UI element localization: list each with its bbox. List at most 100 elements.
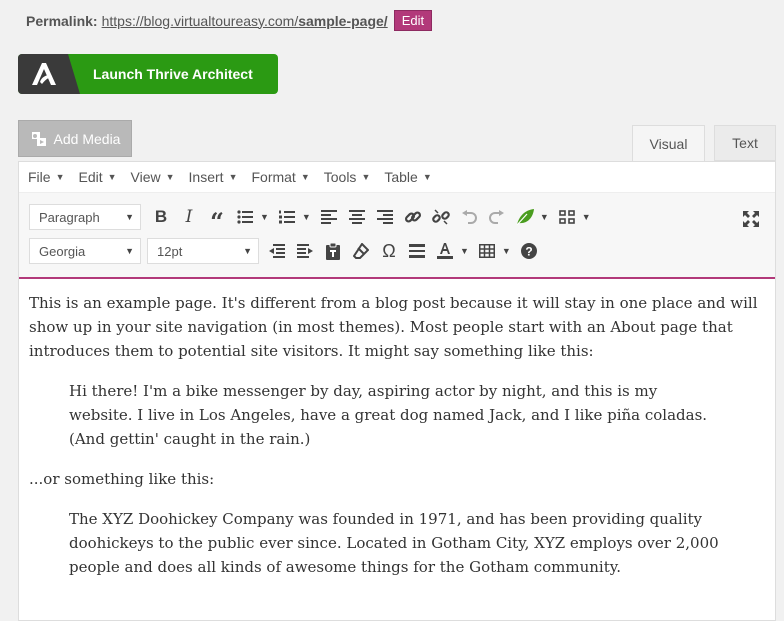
menu-tools[interactable]: Tools ▼ [324, 169, 371, 185]
content-blockquote: Hi there! I'm a bike messenger by day, a… [69, 382, 708, 448]
toolbar-row-1: Paragraph ▼ B I “ ▼ ▼ ▼ ▼ [29, 203, 595, 236]
bold-button[interactable]: B [147, 203, 175, 231]
text-color-icon [431, 237, 459, 265]
content-blockquote: The XYZ Doohickey Company was founded in… [69, 510, 719, 576]
table-icon [473, 237, 501, 265]
menu-file-label: File [28, 169, 51, 185]
remove-link-button[interactable] [427, 203, 455, 231]
redo-icon [488, 210, 504, 224]
indent-icon [297, 244, 313, 258]
permalink-link[interactable]: https://blog.virtualtoureasy.com/sample-… [102, 13, 388, 29]
chevron-down-icon: ▼ [107, 172, 117, 182]
tab-visual[interactable]: Visual [632, 125, 705, 162]
align-right-icon [376, 210, 393, 224]
horizontal-line-icon [409, 244, 425, 258]
outdent-icon [269, 244, 285, 258]
leaf-icon [511, 203, 539, 231]
align-left-button[interactable] [315, 203, 343, 231]
chevron-down-icon: ▼ [165, 172, 175, 182]
launch-thrive-architect-button[interactable]: Launch Thrive Architect [18, 54, 278, 94]
fullscreen-icon [743, 211, 759, 227]
content-paragraph: This is an example page. It's different … [29, 294, 758, 360]
permalink-row: Permalink: https://blog.virtualtoureasy.… [26, 10, 433, 31]
help-button[interactable]: ? [515, 237, 543, 265]
align-right-button[interactable] [371, 203, 399, 231]
insert-link-button[interactable] [399, 203, 427, 231]
fullscreen-button[interactable] [737, 205, 765, 233]
italic-button[interactable]: I [175, 203, 203, 231]
menu-format[interactable]: Format ▼ [251, 169, 309, 185]
omega-icon: Ω [382, 240, 396, 261]
menu-edit-label: Edit [78, 169, 103, 185]
eraser-icon [353, 243, 369, 259]
menu-table[interactable]: Table ▼ [384, 169, 431, 185]
chevron-down-icon: ▼ [228, 172, 238, 182]
chevron-down-icon: ▼ [55, 172, 65, 182]
thrive-architect-logo-icon [18, 54, 80, 94]
permalink-label: Permalink: [26, 12, 98, 29]
bold-icon: B [154, 207, 168, 226]
outdent-button[interactable] [263, 237, 291, 265]
menu-table-label: Table [384, 169, 418, 185]
editor-menubar: File ▼ Edit ▼ View ▼ Insert ▼ Format ▼ Tools ▼… [19, 162, 775, 193]
menu-view[interactable]: View ▼ [131, 169, 175, 185]
paste-as-text-button[interactable] [319, 237, 347, 265]
svg-text:?: ? [525, 245, 532, 259]
font-family-value: Georgia [39, 243, 86, 259]
chevron-down-icon: ▼ [125, 246, 134, 256]
font-size-value: 12pt [157, 243, 183, 259]
editor-content[interactable]: This is an example page. It's different … [19, 279, 775, 579]
chevron-down-icon: ▼ [539, 212, 549, 222]
editor: File ▼ Edit ▼ View ▼ Insert ▼ Format ▼ Tools ▼… [18, 161, 776, 621]
clear-formatting-button[interactable] [347, 237, 375, 265]
chevron-down-icon: ▼ [501, 246, 511, 256]
clipboard-icon [326, 242, 340, 260]
font-size-select[interactable]: 12pt ▼ [147, 238, 259, 264]
add-media-label: Add Media [53, 130, 121, 147]
grid-icon [553, 203, 581, 231]
help-icon: ? [520, 243, 537, 259]
font-family-select[interactable]: Georgia ▼ [29, 238, 141, 264]
numbered-list-split-button[interactable]: ▼ [273, 203, 315, 231]
tab-text[interactable]: Text [714, 125, 776, 161]
undo-button[interactable] [455, 203, 483, 231]
indent-button[interactable] [291, 237, 319, 265]
chevron-down-icon: ▼ [301, 212, 311, 222]
align-center-button[interactable] [343, 203, 371, 231]
block-format-value: Paragraph [39, 209, 100, 225]
align-center-icon [348, 210, 365, 224]
menu-view-label: View [130, 169, 161, 185]
horizontal-line-button[interactable] [403, 237, 431, 265]
chevron-down-icon: ▼ [581, 212, 591, 222]
more-blocks-split-button[interactable]: ▼ [553, 203, 595, 231]
editor-toolbar: Paragraph ▼ B I “ ▼ ▼ ▼ ▼ Georgia ▼ 12pt… [19, 193, 775, 279]
menu-file[interactable]: File ▼ [28, 169, 64, 185]
chevron-down-icon: ▼ [243, 246, 252, 256]
permalink-edit-button[interactable]: Edit [393, 10, 433, 31]
blockquote-icon: “ [210, 207, 224, 236]
unlink-icon [432, 209, 450, 225]
add-media-button[interactable]: Add Media [18, 120, 132, 157]
toolbar-row-2: Georgia ▼ 12pt ▼ Ω ▼ ▼ ? [29, 237, 543, 265]
chevron-down-icon: ▼ [300, 172, 310, 182]
numbered-list-icon [273, 203, 301, 231]
menu-insert-label: Insert [188, 169, 224, 185]
chevron-down-icon: ▼ [260, 212, 269, 222]
block-format-select[interactable]: Paragraph ▼ [29, 204, 141, 230]
redo-button[interactable] [483, 203, 511, 231]
launch-thrive-architect-label: Launch Thrive Architect [93, 66, 253, 82]
table-split-button[interactable]: ▼ [473, 237, 515, 265]
menu-edit[interactable]: Edit ▼ [78, 169, 116, 185]
text-color-split-button[interactable]: ▼ [431, 237, 473, 265]
bullet-list-split-button[interactable]: ▼ [231, 203, 273, 231]
chevron-down-icon: ▼ [125, 212, 134, 222]
thrive-leaf-split-button[interactable]: ▼ [511, 203, 553, 231]
menu-insert[interactable]: Insert ▼ [189, 169, 238, 185]
special-character-button[interactable]: Ω [375, 237, 403, 265]
menu-format-label: Format [251, 169, 296, 185]
menu-tools-label: Tools [323, 169, 357, 185]
chevron-down-icon: ▼ [460, 246, 469, 256]
content-paragraph: ...or something like this: [29, 470, 215, 488]
blockquote-button[interactable]: “ [203, 203, 231, 236]
permalink-url-slug: sample-page/ [298, 12, 388, 29]
